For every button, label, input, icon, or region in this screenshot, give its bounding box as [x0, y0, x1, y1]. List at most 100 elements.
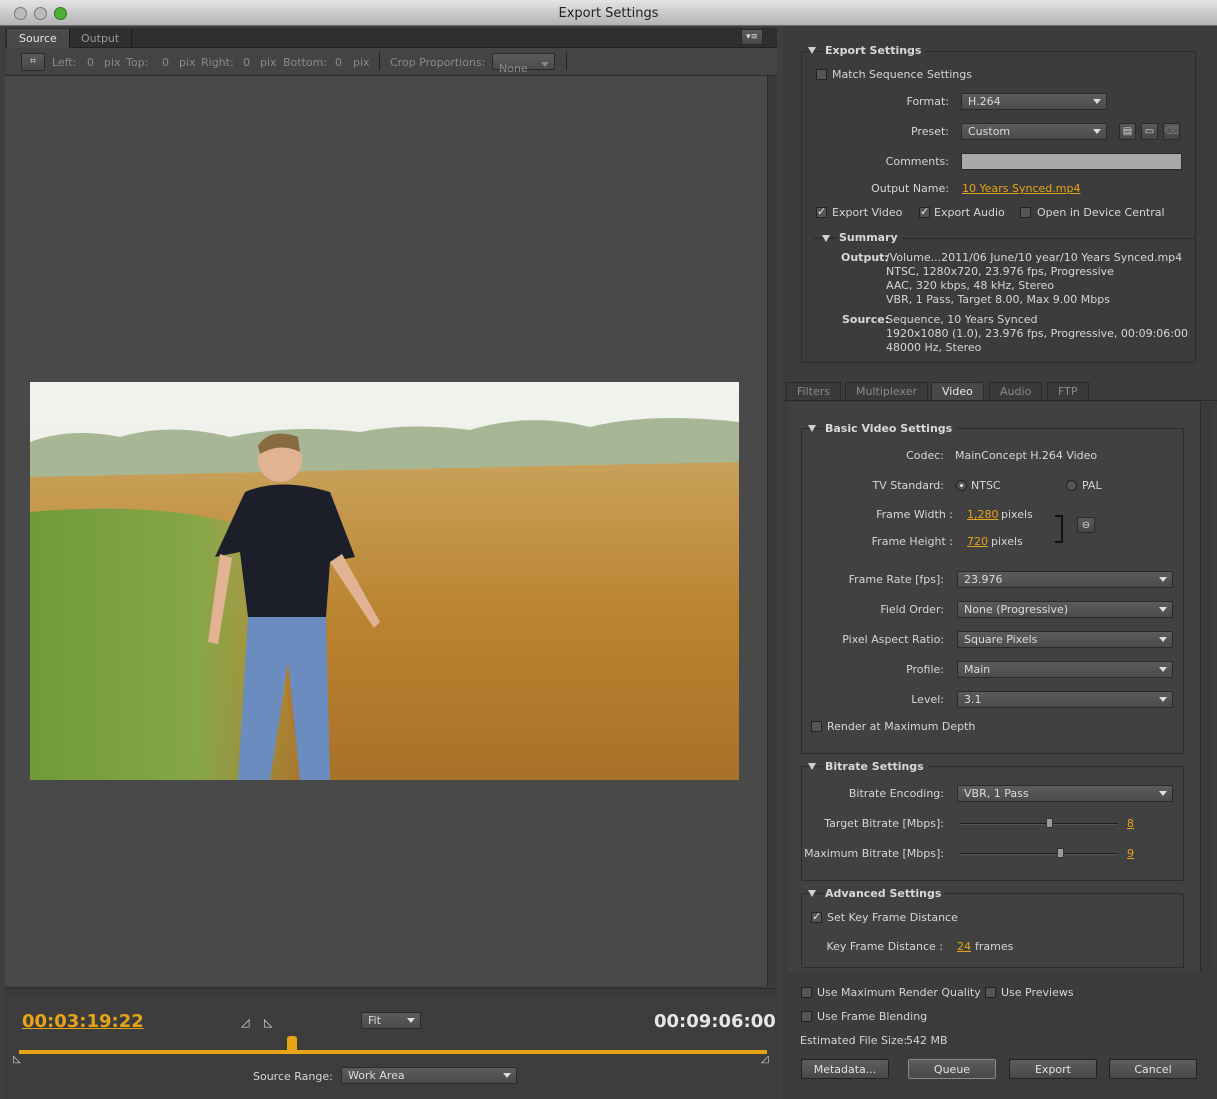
tab-filters[interactable]: Filters [786, 382, 841, 400]
import-preset-icon[interactable]: ▭ [1141, 123, 1158, 140]
collapse-triangle-icon[interactable] [808, 47, 816, 54]
tab-source[interactable]: Source [7, 29, 70, 48]
source-range-label: Source Range: [253, 1070, 333, 1083]
tab-output[interactable]: Output [69, 29, 133, 48]
title-bar: Export Settings [0, 0, 1217, 26]
set-key-frame-label: Set Key Frame Distance [827, 911, 958, 924]
match-sequence-checkbox[interactable] [816, 69, 827, 80]
delete-preset-icon[interactable]: ⌫ [1163, 123, 1180, 140]
video-settings-scrollbar[interactable] [1200, 402, 1213, 972]
source-output-tabs: Source Output ▾≡ [5, 28, 777, 48]
pal-radio[interactable] [1066, 480, 1077, 491]
crop-right-value[interactable]: 0 [243, 56, 250, 69]
crop-left-label: Left: [52, 56, 77, 69]
frame-blending-checkbox[interactable] [801, 1011, 812, 1022]
target-bitrate-label: Target Bitrate [Mbps]: [824, 817, 944, 830]
set-in-point-icon[interactable]: ◿ [241, 1016, 249, 1029]
frames-label: frames [975, 940, 1014, 953]
comments-label: Comments: [885, 155, 949, 168]
render-max-depth-label: Render at Maximum Depth [827, 720, 976, 733]
summary-source-line: Sequence, 10 Years Synced [886, 313, 1038, 326]
max-bitrate-value[interactable]: 9 [1127, 847, 1134, 860]
summary-output-line: /Volume...2011/06 June/10 year/10 Years … [886, 251, 1183, 264]
out-point-marker-icon[interactable]: ◿ [761, 1054, 769, 1065]
device-central-checkbox[interactable] [1020, 207, 1031, 218]
advanced-settings-header: Advanced Settings [823, 887, 946, 900]
metadata-button[interactable]: Metadata... [801, 1059, 889, 1079]
collapse-triangle-icon[interactable] [808, 890, 816, 897]
target-bitrate-value[interactable]: 8 [1127, 817, 1134, 830]
frame-height-value[interactable]: 720 [967, 535, 988, 548]
frame-rate-value: 23.976 [964, 573, 1003, 586]
summary-output-line: VBR, 1 Pass, Target 8.00, Max 9.00 Mbps [886, 293, 1110, 306]
preview-image [30, 382, 739, 780]
field-order-select[interactable]: None (Progressive) [957, 601, 1173, 618]
format-select[interactable]: H.264 [961, 93, 1107, 110]
render-max-depth-checkbox[interactable] [811, 721, 822, 732]
crop-proportions-label: Crop Proportions: [390, 56, 486, 69]
crop-tool-icon[interactable]: ⌗ [21, 53, 45, 71]
collapse-triangle-icon[interactable] [808, 763, 816, 770]
format-label: Format: [906, 95, 949, 108]
max-bitrate-slider-thumb[interactable] [1057, 848, 1064, 858]
queue-button[interactable]: Queue [908, 1059, 996, 1079]
frame-width-value[interactable]: 1,280 [967, 508, 999, 521]
divider [783, 400, 1217, 401]
frame-width-label: Frame Width : [876, 508, 953, 521]
ntsc-label: NTSC [971, 479, 1001, 492]
target-bitrate-slider[interactable] [960, 823, 1118, 825]
max-render-quality-checkbox[interactable] [801, 987, 812, 998]
export-audio-checkbox[interactable] [919, 205, 930, 218]
cancel-button[interactable]: Cancel [1109, 1059, 1197, 1079]
current-timecode[interactable]: 00:03:19:22 [22, 1011, 144, 1032]
ntsc-radio[interactable] [956, 480, 967, 491]
preset-select[interactable]: Custom [961, 123, 1107, 140]
target-bitrate-slider-thumb[interactable] [1046, 818, 1053, 828]
profile-select[interactable]: Main [957, 661, 1173, 678]
panel-menu-icon[interactable]: ▾≡ [741, 29, 763, 45]
tab-video[interactable]: Video [931, 382, 984, 400]
set-key-frame-checkbox[interactable] [811, 910, 822, 923]
crop-left-value[interactable]: 0 [87, 56, 94, 69]
export-button[interactable]: Export [1009, 1059, 1097, 1079]
zoom-select[interactable]: Fit [361, 1012, 421, 1029]
frame-rate-label: Frame Rate [fps]: [848, 573, 944, 586]
summary-output-label: Output: [841, 251, 889, 264]
output-name-link[interactable]: 10 Years Synced.mp4 [962, 182, 1080, 195]
crop-bottom-value[interactable]: 0 [335, 56, 342, 69]
source-range-select[interactable]: Work Area [341, 1067, 517, 1084]
tab-ftp[interactable]: FTP [1047, 382, 1089, 400]
divider [566, 52, 567, 70]
max-bitrate-label: Maximum Bitrate [Mbps]: [804, 847, 944, 860]
export-settings-header: Export Settings [823, 44, 926, 57]
pixel-aspect-ratio-select[interactable]: Square Pixels [957, 631, 1173, 648]
crop-proportions-select[interactable]: None [492, 53, 555, 75]
preview-horizontal-scrollbar[interactable] [5, 988, 777, 998]
pixels-label: pixels [1001, 508, 1033, 521]
set-out-point-icon[interactable]: ◺ [264, 1016, 272, 1029]
playhead[interactable] [287, 1036, 298, 1050]
export-video-checkbox[interactable] [816, 205, 827, 218]
collapse-triangle-icon[interactable] [808, 425, 816, 432]
crop-top-value[interactable]: 0 [162, 56, 169, 69]
max-bitrate-slider[interactable] [960, 853, 1118, 855]
in-point-marker-icon[interactable]: ◺ [13, 1054, 21, 1065]
summary-output-line: AAC, 320 kbps, 48 kHz, Stereo [886, 279, 1055, 292]
estimated-file-size-value: 542 MB [906, 1034, 948, 1047]
save-preset-icon[interactable]: ▤ [1119, 123, 1136, 140]
profile-value: Main [964, 663, 991, 676]
frame-rate-select[interactable]: 23.976 [957, 571, 1173, 588]
preview-vertical-scrollbar[interactable] [767, 76, 777, 986]
level-select[interactable]: 3.1 [957, 691, 1173, 708]
summary-header: Summary [837, 231, 902, 244]
work-area-bar[interactable] [19, 1050, 767, 1054]
tab-audio[interactable]: Audio [989, 382, 1043, 400]
comments-field[interactable] [961, 153, 1182, 170]
bitrate-encoding-select[interactable]: VBR, 1 Pass [957, 785, 1173, 802]
tab-multiplexer[interactable]: Multiplexer [845, 382, 928, 400]
use-previews-checkbox[interactable] [985, 987, 996, 998]
key-frame-distance-value[interactable]: 24 [957, 940, 971, 953]
constrain-proportions-link-icon[interactable]: ⊖ [1077, 517, 1095, 533]
collapse-triangle-icon[interactable] [822, 235, 830, 242]
pixel-aspect-ratio-value: Square Pixels [964, 633, 1038, 646]
